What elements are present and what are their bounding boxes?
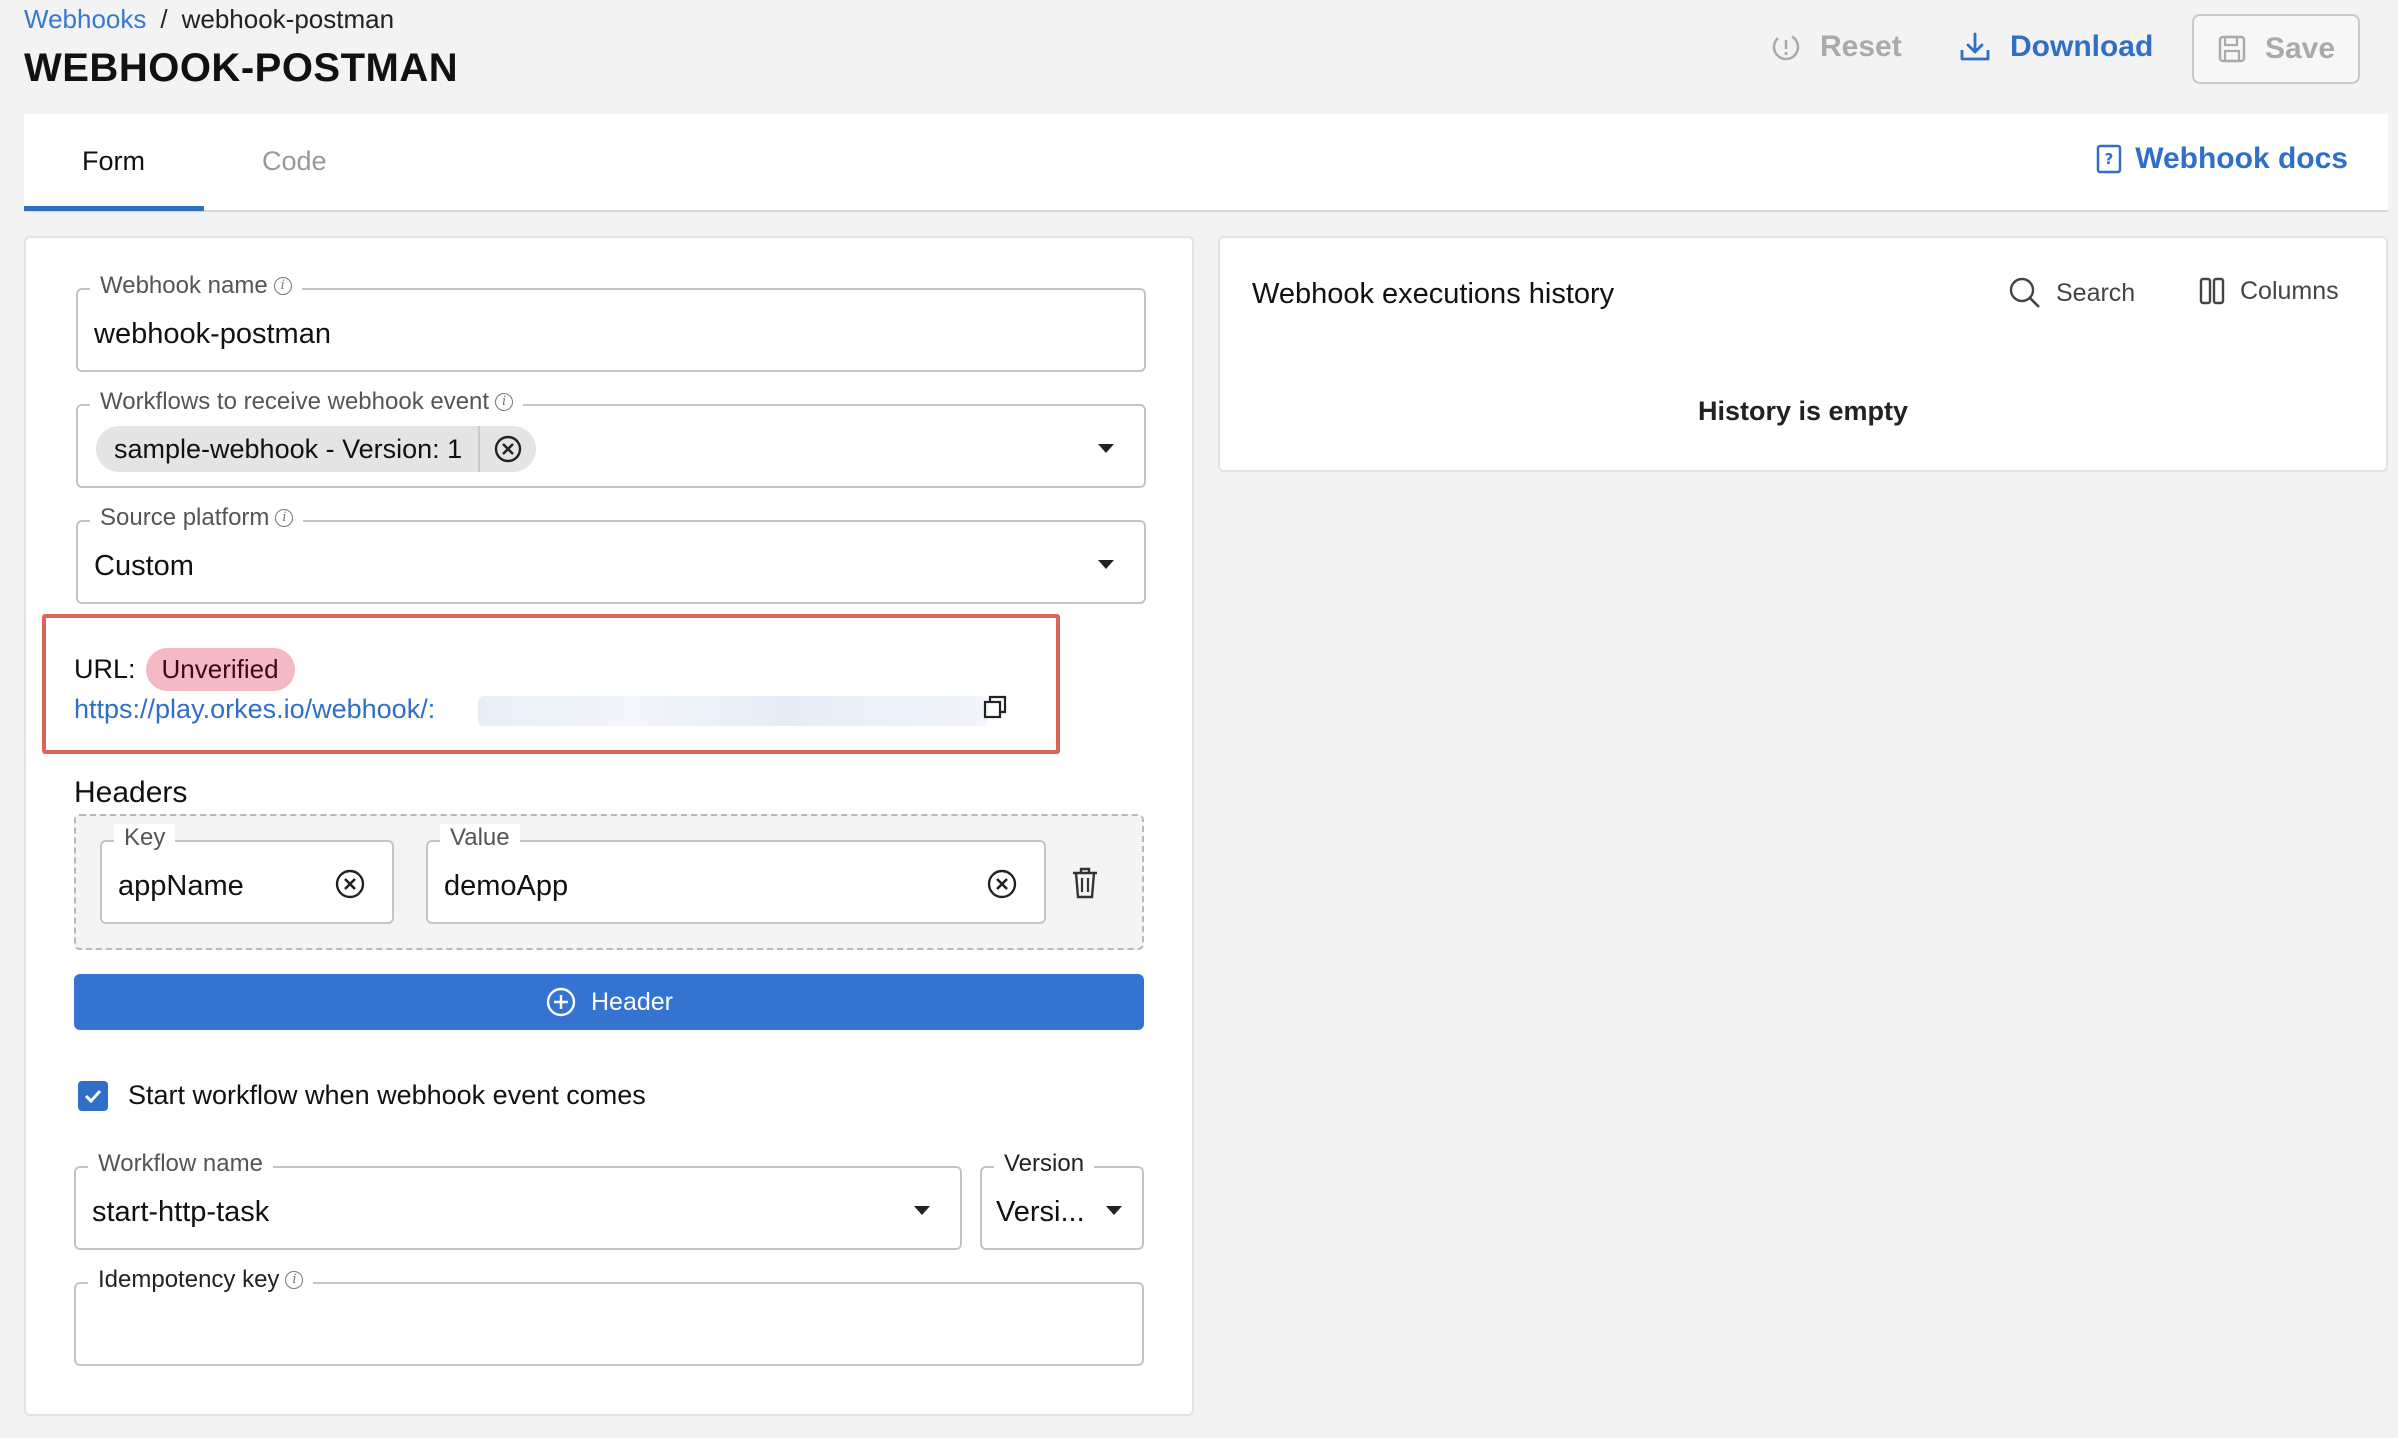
history-empty-message: History is empty <box>1697 396 1909 426</box>
history-panel: Webhook executions history Search Column… <box>1218 236 2388 472</box>
workflow-name-label: Workflow name <box>88 1150 273 1178</box>
clear-value-icon[interactable] <box>986 868 1018 905</box>
url-label: URL: Unverified <box>74 648 295 691</box>
add-header-button[interactable]: Header <box>74 974 1144 1030</box>
checkmark-icon <box>84 1089 102 1103</box>
svg-text:?: ? <box>2105 150 2114 168</box>
info-icon: i <box>495 393 514 411</box>
header-key-label: Key <box>114 824 176 852</box>
delete-header-icon[interactable] <box>1070 866 1100 905</box>
workflows-select[interactable]: Workflows to receive webhook event i samp… <box>76 388 1146 488</box>
header-value-label: Value <box>440 824 520 852</box>
search-icon <box>2009 277 2040 308</box>
save-button[interactable]: Save <box>2192 14 2360 84</box>
history-title: Webhook executions history <box>1252 278 1615 310</box>
save-icon <box>2218 35 2246 63</box>
source-platform-value: Custom <box>94 550 194 582</box>
workflow-chip: sample-webhook - Version: 1 <box>96 426 536 472</box>
chip-remove-icon[interactable] <box>480 434 536 464</box>
info-icon: i <box>275 509 294 527</box>
workflow-name-select[interactable]: Workflow name start-http-task <box>74 1150 962 1250</box>
download-label: Download <box>2010 30 2154 63</box>
download-icon <box>1960 32 1990 61</box>
url-status-badge: Unverified <box>145 648 295 691</box>
webhook-name-field[interactable]: Webhook name i webhook-postman <box>76 272 1146 372</box>
breadcrumb-separator: / <box>160 4 168 34</box>
chevron-down-icon[interactable] <box>1098 444 1114 453</box>
webhook-name-value: webhook-postman <box>94 318 331 350</box>
chevron-down-icon[interactable] <box>1098 560 1114 569</box>
version-select[interactable]: Version Versi... <box>980 1150 1144 1250</box>
workflow-chip-label: sample-webhook - Version: 1 <box>114 433 463 464</box>
plus-circle-icon <box>546 987 576 1017</box>
chevron-down-icon[interactable] <box>914 1206 930 1215</box>
copy-icon[interactable] <box>982 694 1008 725</box>
start-workflow-label: Start workflow when webhook event comes <box>128 1080 646 1110</box>
version-label: Version <box>994 1150 1095 1178</box>
reset-label: Reset <box>1820 30 1902 63</box>
webhook-url-link[interactable]: https://play.orkes.io/webhook/: <box>74 694 435 725</box>
idempotency-key-label: Idempotency key i <box>88 1266 314 1294</box>
breadcrumb: Webhooks / webhook-postman <box>24 4 394 35</box>
reset-icon <box>1772 33 1800 61</box>
webhook-docs-label: Webhook docs <box>2135 142 2348 175</box>
clear-key-icon[interactable] <box>334 868 366 905</box>
history-search-button[interactable]: Search <box>2008 276 2135 310</box>
page-title: WEBHOOK-POSTMAN <box>24 46 459 90</box>
download-button[interactable]: Download <box>1958 30 2153 64</box>
tab-code[interactable]: Code <box>262 146 327 177</box>
webhook-docs-link[interactable]: ? Webhook docs <box>2095 142 2348 176</box>
start-workflow-option[interactable]: Start workflow when webhook event comes <box>78 1080 646 1111</box>
tab-form[interactable]: Form <box>82 146 145 177</box>
history-columns-button[interactable]: Columns <box>2198 276 2339 306</box>
info-icon: i <box>273 277 292 295</box>
webhook-name-label: Webhook name i <box>90 272 302 300</box>
breadcrumb-webhooks-link[interactable]: Webhooks <box>24 4 146 34</box>
header-value-field[interactable]: Value demoApp <box>426 824 1046 924</box>
workflow-name-value: start-http-task <box>92 1196 270 1228</box>
tab-bar: Form Code ? Webhook docs <box>24 114 2388 212</box>
version-value: Versi... <box>996 1196 1085 1228</box>
info-icon: i <box>285 1271 304 1289</box>
search-label: Search <box>2056 278 2136 307</box>
url-section: URL: Unverified https://play.orkes.io/we… <box>42 614 1060 754</box>
save-label: Save <box>2264 32 2336 65</box>
source-platform-select[interactable]: Source platform i Custom <box>76 504 1146 604</box>
docs-book-icon: ? <box>2096 144 2122 174</box>
url-redacted-blur <box>478 696 988 726</box>
header-value-value: demoApp <box>444 870 569 902</box>
headers-title: Headers <box>74 776 188 809</box>
workflows-label: Workflows to receive webhook event i <box>90 388 524 416</box>
idempotency-key-field[interactable]: Idempotency key i <box>74 1266 1144 1366</box>
breadcrumb-current: webhook-postman <box>181 4 395 34</box>
source-platform-label: Source platform i <box>90 504 304 532</box>
header-key-field[interactable]: Key appName <box>100 824 394 924</box>
add-header-label: Header <box>591 987 673 1016</box>
columns-icon <box>2199 277 2225 305</box>
header-key-value: appName <box>118 870 244 902</box>
start-workflow-checkbox[interactable] <box>78 1080 108 1111</box>
reset-button[interactable]: Reset <box>1770 30 1902 64</box>
chevron-down-icon[interactable] <box>1106 1206 1122 1215</box>
active-tab-indicator <box>24 206 204 211</box>
columns-label: Columns <box>2240 276 2339 305</box>
headers-list: Key appName Value demoApp <box>74 814 1144 950</box>
